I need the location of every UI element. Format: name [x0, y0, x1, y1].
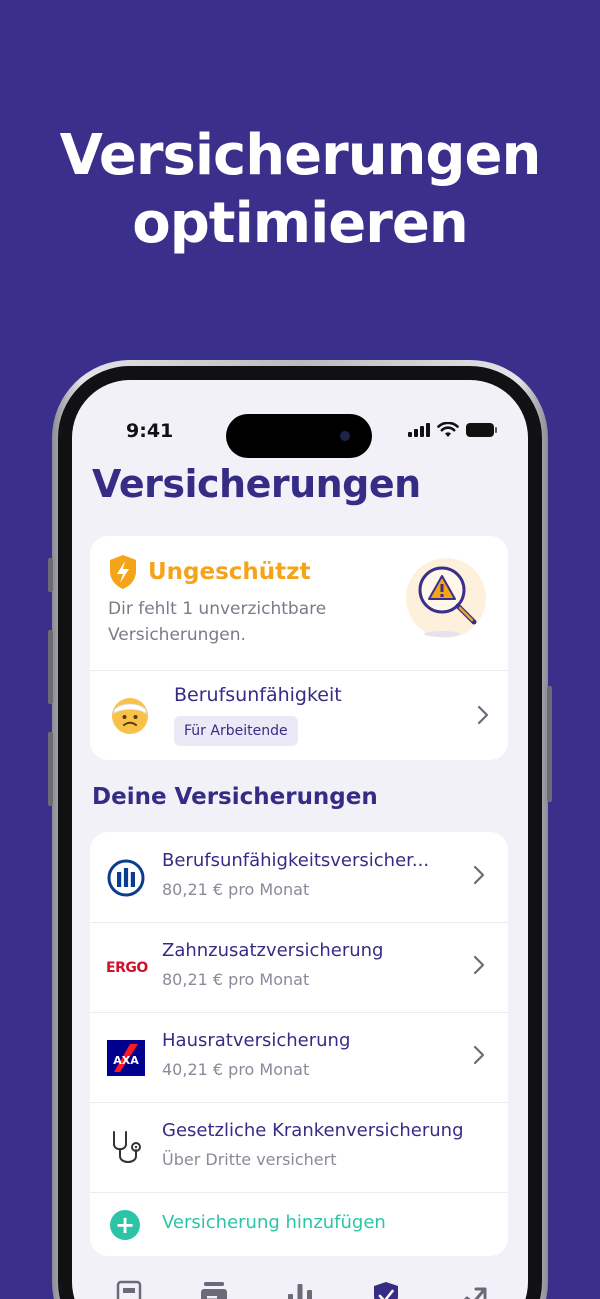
insurance-price: 80,21 € pro Monat [162, 880, 310, 899]
add-insurance-button[interactable]: + Versicherung hinzufügen [90, 1192, 508, 1256]
tab-statistics[interactable] [280, 1280, 320, 1299]
volume-up-button [48, 630, 53, 704]
chevron-right-icon [473, 1045, 485, 1065]
axa-logo: AXA [107, 1040, 145, 1076]
insurance-item[interactable]: Gesetzliche Krankenversicherung Über Dri… [90, 1102, 508, 1192]
injured-face-icon [112, 698, 148, 734]
wifi-icon [437, 422, 459, 437]
phone-bezel: 9:41 Versicherungen Ungeschützt Dir fehl… [58, 366, 542, 1299]
page-title: Versicherungen [92, 462, 421, 506]
tab-bar [72, 1280, 528, 1299]
insurance-list: Berufsunfähigkeitsversicher... 80,21 € p… [90, 832, 508, 1256]
insurance-title: Gesetzliche Krankenversicherung [162, 1120, 462, 1141]
insurance-item[interactable]: ERGO Zahnzusatzversicherung 80,21 € pro … [90, 922, 508, 1012]
ergo-logo: ERGO [106, 948, 148, 988]
signal-icon [408, 423, 430, 437]
status-icons [408, 422, 497, 438]
chevron-right-icon [473, 865, 485, 885]
ergo-logo-text: ERGO [106, 960, 148, 976]
shield-bolt-icon [110, 555, 136, 589]
insurance-subtitle: Über Dritte versichert [162, 1150, 337, 1169]
axa-logo-text: AXA [113, 1054, 139, 1067]
power-button [547, 686, 552, 802]
target-group-tag: Für Arbeitende [174, 716, 298, 746]
magnifier-warning-icon [406, 558, 486, 638]
camera-icon [340, 431, 350, 441]
chevron-right-icon [473, 955, 485, 975]
tab-insurances[interactable] [366, 1280, 406, 1299]
insurance-title: Zahnzusatzversicherung [162, 940, 384, 961]
promo-headline: Versicherungen optimieren [0, 122, 600, 258]
status-description: Dir fehlt 1 unverzichtbare Versicherunge… [108, 599, 327, 645]
app-screen: 9:41 Versicherungen Ungeschützt Dir fehl… [72, 380, 528, 1299]
stethoscope-icon [113, 1131, 141, 1163]
status-time: 9:41 [126, 420, 174, 442]
insurance-price: 80,21 € pro Monat [162, 970, 310, 989]
promo-headline-line-2: optimieren [132, 191, 469, 256]
shield-check-icon [373, 1282, 398, 1299]
insurance-title: Hausratversicherung [162, 1030, 351, 1051]
volume-down-button [48, 732, 53, 806]
tab-investments[interactable] [451, 1280, 491, 1299]
dynamic-island [226, 414, 372, 458]
trend-up-icon [464, 1287, 487, 1299]
phone-frame: 9:41 Versicherungen Ungeschützt Dir fehl… [48, 360, 552, 1299]
insurance-item[interactable]: Berufsunfähigkeitsversicher... 80,21 € p… [90, 832, 508, 922]
add-insurance-label: Versicherung hinzufügen [162, 1212, 386, 1233]
promo-headline-line-1: Versicherungen [59, 123, 542, 188]
status-header: Ungeschützt [108, 554, 311, 590]
section-title: Deine Versicherungen [92, 784, 378, 810]
allianz-logo [107, 859, 145, 897]
protection-status-card: Ungeschützt Dir fehlt 1 unverzichtbare V… [90, 536, 508, 760]
tab-wallet[interactable] [194, 1280, 234, 1299]
wallet-icon [201, 1282, 228, 1299]
mute-switch [48, 558, 53, 592]
battery-icon [466, 423, 497, 437]
chevron-right-icon [477, 705, 489, 725]
missing-insurance-title: Berufsunfähigkeit [174, 684, 342, 706]
document-icon [116, 1280, 142, 1299]
status-title: Ungeschützt [148, 559, 311, 585]
insurance-price: 40,21 € pro Monat [162, 1060, 310, 1079]
tab-documents[interactable] [109, 1280, 149, 1299]
missing-insurance-row[interactable]: Berufsunfähigkeit Für Arbeitende [90, 670, 508, 760]
insurance-item[interactable]: AXA Hausratversicherung 40,21 € pro Mona… [90, 1012, 508, 1102]
bar-chart-icon [287, 1284, 312, 1299]
status-bar: 9:41 [72, 400, 528, 458]
insurance-title: Berufsunfähigkeitsversicher... [162, 850, 430, 871]
plus-icon: + [110, 1210, 140, 1240]
